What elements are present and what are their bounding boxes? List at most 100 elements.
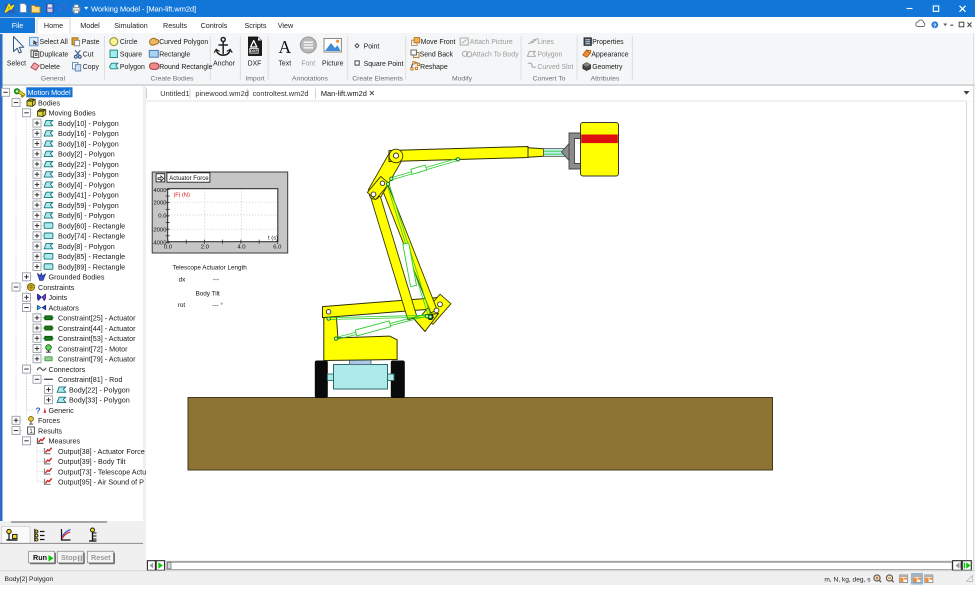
svg-text:Results: Results xyxy=(38,426,62,435)
svg-text:Actuators: Actuators xyxy=(49,303,80,312)
svg-text:Copy: Copy xyxy=(83,64,100,71)
svg-text:Constraint[72] - Motor: Constraint[72] - Motor xyxy=(58,344,128,353)
svg-text:Body[2] Polygon: Body[2] Polygon xyxy=(5,576,54,583)
svg-text:Reshape: Reshape xyxy=(420,64,448,71)
svg-text:Delete: Delete xyxy=(40,64,60,71)
svg-text:Select: Select xyxy=(7,61,26,68)
svg-text:Actuator Force: Actuator Force xyxy=(169,176,209,182)
svg-text:Stop: Stop xyxy=(61,553,78,562)
svg-text:Forces: Forces xyxy=(38,416,60,425)
svg-text:|F| (N): |F| (N) xyxy=(174,193,190,199)
svg-text:-2000: -2000 xyxy=(151,227,167,233)
svg-text:Motion Model: Motion Model xyxy=(28,88,72,97)
svg-text:Telescope Actuator Length: Telescope Actuator Length xyxy=(173,265,248,272)
svg-text:Send Back: Send Back xyxy=(420,51,454,58)
svg-text:Attributes: Attributes xyxy=(591,76,620,83)
svg-text:Untitled1: Untitled1 xyxy=(160,89,189,98)
svg-text:Geometry: Geometry xyxy=(592,64,623,71)
svg-text:Square: Square xyxy=(120,51,142,58)
svg-text:2.0: 2.0 xyxy=(201,245,210,251)
svg-text:View: View xyxy=(278,21,294,30)
svg-text:General: General xyxy=(41,76,66,83)
svg-text:Duplicate: Duplicate xyxy=(40,51,69,58)
svg-text:Curved Polygon: Curved Polygon xyxy=(159,39,208,46)
svg-text:Constraints: Constraints xyxy=(38,283,75,292)
svg-text:Text: Text xyxy=(278,61,291,68)
svg-text:0.0: 0.0 xyxy=(158,213,167,219)
svg-text:rot: rot xyxy=(178,302,186,309)
svg-text:Create Elements: Create Elements xyxy=(352,76,403,83)
svg-text:Appearance: Appearance xyxy=(591,51,628,58)
svg-text:Body[85] - Rectangle: Body[85] - Rectangle xyxy=(58,252,125,261)
svg-text:Moving Bodies: Moving Bodies xyxy=(49,109,97,118)
svg-text:Connectors: Connectors xyxy=(49,365,86,374)
svg-text:Results: Results xyxy=(163,21,187,30)
svg-text:Body[22] - Polygon: Body[22] - Polygon xyxy=(69,385,130,394)
svg-text:--- °: --- ° xyxy=(212,301,223,309)
svg-text:Working Model - [Man-lift.wm2d: Working Model - [Man-lift.wm2d] xyxy=(91,4,196,13)
svg-text:Body[59] - Polygon: Body[59] - Polygon xyxy=(58,201,119,210)
svg-text:A: A xyxy=(278,37,291,57)
svg-text:Body[74] - Rectangle: Body[74] - Rectangle xyxy=(58,232,125,241)
svg-text:controltest.wm2d: controltest.wm2d xyxy=(253,89,309,98)
svg-text:Home: Home xyxy=(44,21,63,30)
svg-text:?: ? xyxy=(36,406,41,415)
svg-text:Body[33] - Polygon: Body[33] - Polygon xyxy=(69,396,130,405)
svg-text:Convert To: Convert To xyxy=(533,76,566,83)
svg-text:Controls: Controls xyxy=(201,21,228,30)
svg-text:Body[60] - Rectangle: Body[60] - Rectangle xyxy=(58,221,125,230)
svg-text:Body[89] - Rectangle: Body[89] - Rectangle xyxy=(58,262,125,271)
svg-text:dx: dx xyxy=(179,277,187,284)
svg-text:Body Tilt: Body Tilt xyxy=(196,290,220,297)
svg-text:?: ? xyxy=(933,23,936,29)
svg-text:Constraint[53] - Actuator: Constraint[53] - Actuator xyxy=(58,334,136,343)
svg-text:Output[95] - Air Sound of P: Output[95] - Air Sound of P xyxy=(58,478,144,487)
svg-text:6.0: 6.0 xyxy=(273,245,282,251)
svg-text:Properties: Properties xyxy=(592,39,624,46)
svg-text:Body[10] - Polygon: Body[10] - Polygon xyxy=(58,119,119,128)
svg-text:Move Front: Move Front xyxy=(421,39,456,46)
svg-text:Polygon: Polygon xyxy=(120,64,145,71)
svg-text:Paste: Paste xyxy=(82,39,100,46)
svg-text:Body[22] - Polygon: Body[22] - Polygon xyxy=(58,160,119,169)
svg-text:Body[16] - Polygon: Body[16] - Polygon xyxy=(58,129,119,138)
svg-text:Reset: Reset xyxy=(91,553,111,562)
svg-text:Body[33] - Polygon: Body[33] - Polygon xyxy=(58,170,119,179)
svg-text:4.0: 4.0 xyxy=(237,245,246,251)
svg-text:Curved Slot: Curved Slot xyxy=(537,64,573,71)
svg-text:Round Rectangle: Round Rectangle xyxy=(159,64,212,71)
svg-text:Man-lift.wm2d: Man-lift.wm2d xyxy=(321,89,367,98)
svg-text:Circle: Circle xyxy=(120,39,138,46)
svg-text:Body[18] - Polygon: Body[18] - Polygon xyxy=(58,139,119,148)
svg-text:Body[2] - Polygon: Body[2] - Polygon xyxy=(58,150,115,159)
svg-text:Constraint[79] - Actuator: Constraint[79] - Actuator xyxy=(58,355,136,364)
svg-text:Attach To Body: Attach To Body xyxy=(472,51,519,58)
svg-text:Bodies: Bodies xyxy=(38,98,60,107)
svg-text:DXF: DXF xyxy=(248,61,262,68)
svg-text:Anchor: Anchor xyxy=(213,61,236,68)
svg-text:0.0: 0.0 xyxy=(164,245,173,251)
svg-text:Run: Run xyxy=(33,553,47,562)
svg-text:Body[6] - Polygon: Body[6] - Polygon xyxy=(58,211,115,220)
svg-text:Body[8] - Polygon: Body[8] - Polygon xyxy=(58,242,115,251)
svg-text:---: --- xyxy=(213,277,219,284)
svg-text:Rectangle: Rectangle xyxy=(159,51,190,58)
svg-text:Model: Model xyxy=(80,21,100,30)
svg-text:Constraint[44] - Actuator: Constraint[44] - Actuator xyxy=(58,324,136,333)
svg-text:Output[39] - Body Tilt: Output[39] - Body Tilt xyxy=(58,457,126,466)
svg-text:Picture: Picture xyxy=(322,61,344,68)
svg-text:Modify: Modify xyxy=(452,76,473,83)
svg-text:Import: Import xyxy=(245,76,264,83)
svg-text:Grounded Bodies: Grounded Bodies xyxy=(49,273,105,282)
svg-text:Joints: Joints xyxy=(49,293,68,302)
svg-text:File: File xyxy=(12,21,24,30)
svg-text:Output[73] - Telescope Actu: Output[73] - Telescope Actu xyxy=(58,467,146,476)
svg-text:pinewood.wm2d: pinewood.wm2d xyxy=(195,89,248,98)
svg-text:Lines: Lines xyxy=(537,39,554,46)
svg-text:DXF: DXF xyxy=(250,48,258,53)
svg-text:Point: Point xyxy=(364,43,380,50)
svg-text:Square Point: Square Point xyxy=(364,61,404,68)
svg-text:t (s): t (s) xyxy=(268,236,278,242)
svg-text:Font: Font xyxy=(301,61,315,68)
svg-text:Create Bodies: Create Bodies xyxy=(150,76,194,83)
